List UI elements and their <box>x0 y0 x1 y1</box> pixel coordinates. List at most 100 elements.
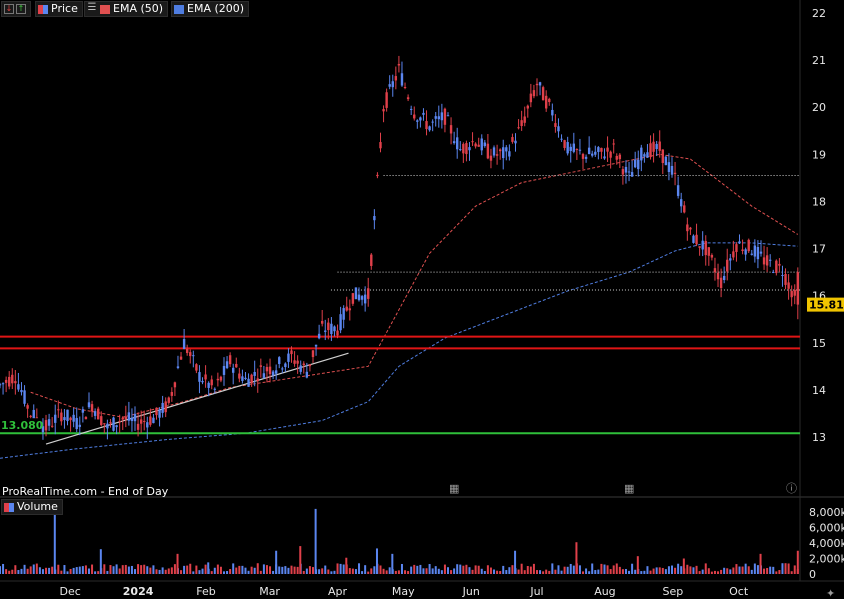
candle[interactable] <box>508 151 511 157</box>
candle[interactable] <box>600 147 603 152</box>
candle[interactable] <box>707 247 711 256</box>
calendar-icon[interactable]: ▦ <box>449 482 459 495</box>
candle[interactable] <box>443 108 447 125</box>
candle[interactable] <box>584 156 588 159</box>
candle[interactable] <box>60 412 63 422</box>
candle[interactable] <box>11 374 14 384</box>
candle[interactable] <box>578 149 582 151</box>
candle[interactable] <box>419 117 422 121</box>
candle[interactable] <box>750 253 753 255</box>
candle[interactable] <box>425 121 428 130</box>
candle[interactable] <box>449 125 453 134</box>
candle[interactable] <box>284 363 287 368</box>
candle[interactable] <box>646 152 649 158</box>
candle[interactable] <box>305 371 309 378</box>
candle[interactable] <box>185 348 189 354</box>
candle[interactable] <box>661 149 664 164</box>
candle[interactable] <box>514 140 517 144</box>
candle[interactable] <box>713 268 717 273</box>
candle[interactable] <box>459 149 462 151</box>
candle[interactable] <box>78 424 81 427</box>
candle[interactable] <box>560 138 563 140</box>
candle[interactable] <box>250 374 253 384</box>
candle[interactable] <box>591 153 594 156</box>
legend-ema200[interactable]: EMA (200) <box>171 1 250 17</box>
candle[interactable] <box>327 322 330 331</box>
candle[interactable] <box>609 151 612 158</box>
candle[interactable] <box>517 127 520 129</box>
candle[interactable] <box>563 140 566 148</box>
candle[interactable] <box>351 293 355 304</box>
candle[interactable] <box>520 120 523 126</box>
candle[interactable] <box>139 419 143 424</box>
candle[interactable] <box>683 205 686 213</box>
candle[interactable] <box>69 417 72 421</box>
candle[interactable] <box>115 425 118 428</box>
candle[interactable] <box>756 247 760 260</box>
candle[interactable] <box>446 115 450 117</box>
candle[interactable] <box>29 415 32 417</box>
candle[interactable] <box>778 263 781 266</box>
candle[interactable] <box>259 365 263 367</box>
candle[interactable] <box>235 363 238 368</box>
candle[interactable] <box>75 418 78 430</box>
candle[interactable] <box>633 159 637 168</box>
candle[interactable] <box>143 420 146 422</box>
arrow-down-icon[interactable]: ↓ <box>4 4 14 14</box>
candle[interactable] <box>676 185 680 196</box>
candle[interactable] <box>793 289 796 296</box>
candle[interactable] <box>370 254 373 266</box>
candle[interactable] <box>170 392 174 396</box>
candle[interactable] <box>422 112 425 115</box>
candle[interactable] <box>680 199 683 207</box>
candle[interactable] <box>686 224 689 232</box>
candle[interactable] <box>256 378 259 382</box>
candle[interactable] <box>96 408 100 420</box>
candle[interactable] <box>726 259 729 272</box>
candle[interactable] <box>624 166 628 173</box>
candle[interactable] <box>566 142 569 154</box>
candle[interactable] <box>336 330 339 336</box>
candle[interactable] <box>781 275 784 277</box>
candle[interactable] <box>391 81 394 88</box>
candle[interactable] <box>299 365 302 372</box>
candle[interactable] <box>612 143 615 145</box>
candle[interactable] <box>689 227 692 230</box>
candle[interactable] <box>207 382 210 388</box>
candle[interactable] <box>268 366 272 375</box>
candle[interactable] <box>400 73 404 86</box>
candle[interactable] <box>44 420 48 431</box>
candle[interactable] <box>357 294 361 301</box>
candle[interactable] <box>296 360 299 364</box>
candle[interactable] <box>655 143 658 150</box>
candle[interactable] <box>618 154 622 160</box>
candle[interactable] <box>495 154 499 156</box>
candle[interactable] <box>63 417 66 421</box>
candle[interactable] <box>311 350 315 358</box>
candle[interactable] <box>498 149 502 152</box>
candle[interactable] <box>72 414 75 422</box>
candle[interactable] <box>81 409 85 413</box>
wrench-icon[interactable]: ✦ <box>826 587 835 599</box>
candle[interactable] <box>569 146 572 151</box>
candle[interactable] <box>50 425 54 427</box>
candle[interactable] <box>152 417 155 424</box>
candle[interactable] <box>630 172 634 177</box>
candle[interactable] <box>204 374 207 380</box>
candle[interactable] <box>247 378 250 387</box>
candle[interactable] <box>431 121 434 123</box>
candle[interactable] <box>790 290 793 298</box>
candle[interactable] <box>121 417 124 420</box>
candle[interactable] <box>66 409 69 422</box>
candle[interactable] <box>136 423 140 430</box>
candle[interactable] <box>302 363 305 366</box>
candle[interactable] <box>130 417 134 422</box>
candle[interactable] <box>195 364 198 371</box>
candle[interactable] <box>189 352 192 357</box>
candle[interactable] <box>759 251 763 254</box>
candle[interactable] <box>84 417 88 420</box>
candle[interactable] <box>167 397 170 403</box>
candle[interactable] <box>216 378 220 381</box>
candle[interactable] <box>265 367 269 372</box>
candle[interactable] <box>796 272 800 305</box>
